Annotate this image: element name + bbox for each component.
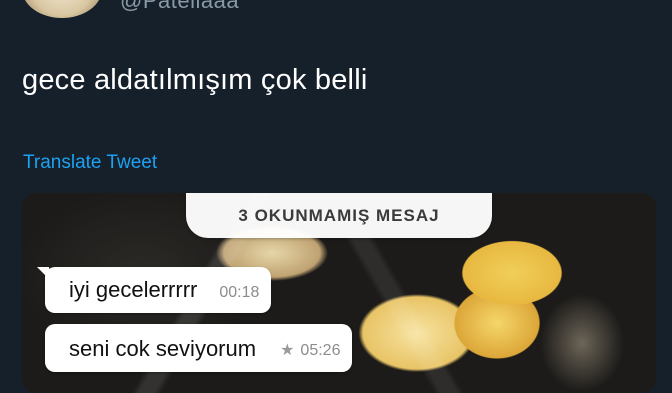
tweet-media-image[interactable]: 3 OKUNMAMIŞ MESAJ iyi gecelerrrrr 00:18 …	[22, 193, 656, 393]
translate-tweet-link[interactable]: Translate Tweet	[23, 152, 157, 174]
message-text: iyi gecelerrrrr	[69, 277, 198, 302]
chat-message-bubble: seni cok seviyorum ★ 05:26	[45, 324, 353, 372]
message-time: 05:26	[300, 342, 341, 359]
message-text: seni cok seviyorum	[69, 336, 257, 361]
user-handle[interactable]: @Patellaaa	[120, 0, 239, 14]
tweet-text: gece aldatılmışım çok belli	[22, 64, 368, 96]
unread-messages-banner: 3 OKUNMAMIŞ MESAJ	[186, 193, 492, 238]
avatar[interactable]	[22, 0, 102, 18]
message-time: 00:18	[219, 284, 260, 301]
chat-message-bubble: iyi gecelerrrrr 00:18	[36, 267, 272, 313]
star-icon: ★	[280, 342, 295, 359]
